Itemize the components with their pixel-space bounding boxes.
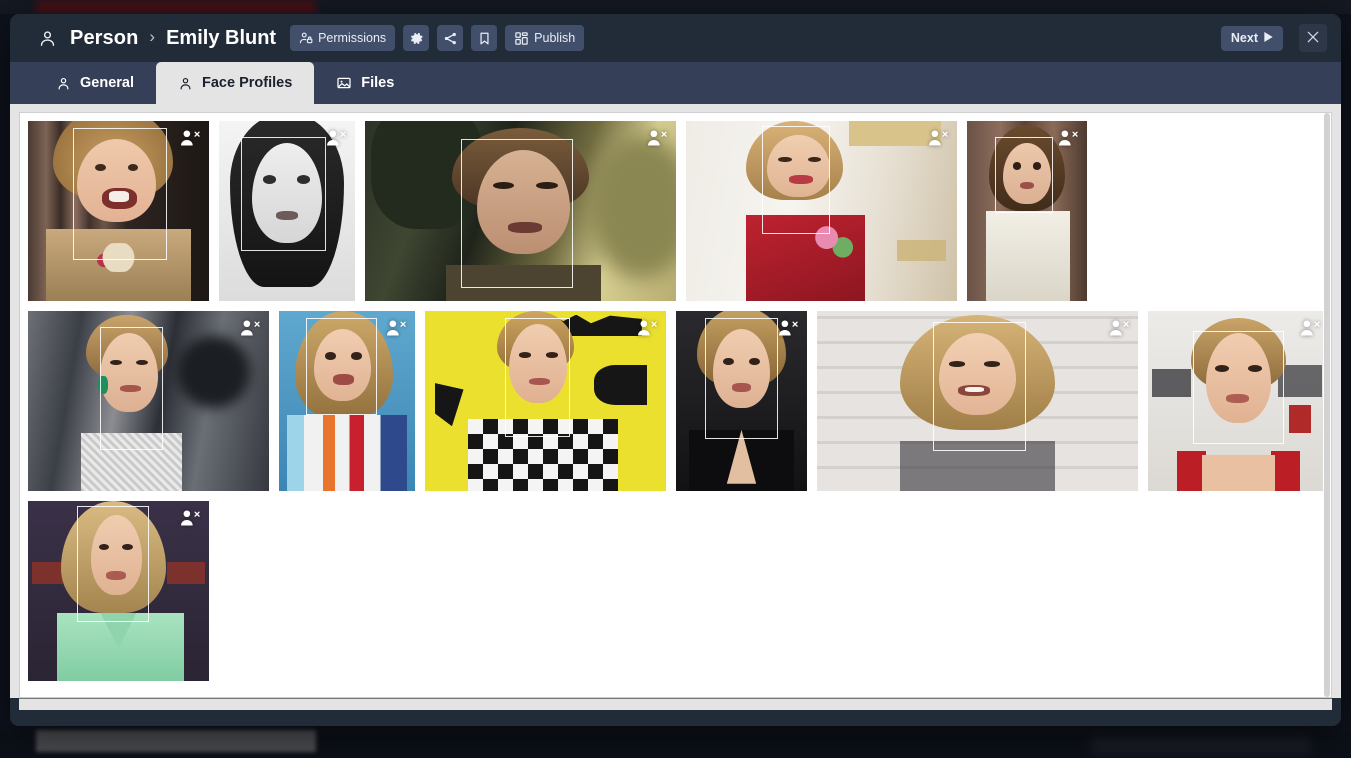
face-thumbnail[interactable] bbox=[686, 121, 957, 301]
face-thumbnail[interactable] bbox=[28, 121, 209, 301]
person-remove-icon[interactable] bbox=[179, 509, 201, 527]
play-triangle-icon bbox=[1264, 31, 1273, 45]
face-thumbnail-image bbox=[219, 121, 355, 301]
modal-header: Person › Emily Blunt Permissions Publish… bbox=[10, 14, 1341, 62]
person-remove-icon[interactable] bbox=[636, 319, 658, 337]
tab-face-profiles[interactable]: Face Profiles bbox=[156, 62, 315, 104]
tab-face-profiles-label: Face Profiles bbox=[202, 75, 293, 91]
person-icon bbox=[56, 76, 71, 91]
person-remove-icon[interactable] bbox=[325, 129, 347, 147]
vertical-scrollbar[interactable] bbox=[1323, 113, 1331, 697]
face-thumbnail[interactable] bbox=[219, 121, 355, 301]
gear-icon bbox=[409, 31, 424, 46]
person-remove-icon[interactable] bbox=[385, 319, 407, 337]
layout-grid-icon bbox=[514, 31, 529, 46]
tab-files[interactable]: Files bbox=[314, 62, 416, 104]
tab-files-label: Files bbox=[361, 75, 395, 91]
permissions-button[interactable]: Permissions bbox=[290, 25, 396, 51]
face-profiles-sheet bbox=[19, 112, 1332, 698]
settings-button[interactable] bbox=[403, 25, 430, 51]
person-remove-icon[interactable] bbox=[1057, 129, 1079, 147]
tab-bar: General Face Profiles Files bbox=[10, 62, 1341, 104]
face-thumbnail[interactable] bbox=[967, 121, 1087, 301]
person-lock-icon bbox=[299, 31, 313, 45]
image-icon bbox=[336, 75, 352, 91]
face-thumbnail[interactable] bbox=[365, 121, 676, 301]
person-remove-icon[interactable] bbox=[1108, 319, 1130, 337]
tab-general-label: General bbox=[80, 75, 134, 91]
bookmark-icon bbox=[477, 31, 492, 46]
face-thumbnail[interactable] bbox=[28, 311, 269, 491]
breadcrumb-separator: › bbox=[149, 27, 156, 46]
horizontal-scrollbar[interactable] bbox=[19, 698, 1332, 710]
close-icon bbox=[1305, 29, 1321, 48]
entity-detail-modal: Person › Emily Blunt Permissions Publish… bbox=[10, 14, 1341, 726]
next-button[interactable]: Next bbox=[1220, 25, 1283, 51]
face-thumbnail-image bbox=[967, 121, 1087, 301]
face-thumbnail[interactable] bbox=[1148, 311, 1329, 491]
face-thumbnail-image bbox=[817, 311, 1138, 491]
vertical-scrollbar-thumb[interactable] bbox=[1324, 113, 1330, 697]
modal-body bbox=[10, 104, 1341, 698]
page-title: Emily Blunt bbox=[166, 26, 277, 49]
bookmark-button[interactable] bbox=[471, 25, 498, 51]
face-thumbnail-image bbox=[425, 311, 666, 491]
permissions-button-label: Permissions bbox=[318, 31, 387, 45]
person-remove-icon[interactable] bbox=[646, 129, 668, 147]
face-thumbnail-image bbox=[1148, 311, 1329, 491]
face-thumbnail-image bbox=[28, 501, 209, 681]
person-icon bbox=[178, 76, 193, 91]
face-thumbnail-grid bbox=[20, 113, 1331, 681]
face-thumbnail[interactable] bbox=[279, 311, 415, 491]
publish-button-label: Publish bbox=[534, 31, 576, 45]
face-thumbnail-image bbox=[279, 311, 415, 491]
face-thumbnail[interactable] bbox=[817, 311, 1138, 491]
tab-general[interactable]: General bbox=[34, 62, 156, 104]
face-thumbnail[interactable] bbox=[28, 501, 209, 681]
face-thumbnail-image bbox=[28, 121, 209, 301]
face-thumbnail[interactable] bbox=[676, 311, 807, 491]
modal-footer bbox=[10, 710, 1341, 726]
person-remove-icon[interactable] bbox=[1299, 319, 1321, 337]
breadcrumb-entity-type[interactable]: Person bbox=[70, 27, 138, 50]
face-thumbnail-image bbox=[686, 121, 957, 301]
face-thumbnail-image bbox=[676, 311, 807, 491]
share-icon bbox=[443, 31, 458, 46]
person-remove-icon[interactable] bbox=[179, 129, 201, 147]
person-remove-icon[interactable] bbox=[239, 319, 261, 337]
person-remove-icon[interactable] bbox=[777, 319, 799, 337]
publish-button[interactable]: Publish bbox=[505, 25, 585, 51]
person-remove-icon[interactable] bbox=[927, 129, 949, 147]
next-button-label: Next bbox=[1230, 31, 1258, 45]
face-thumbnail[interactable] bbox=[425, 311, 666, 491]
face-thumbnail-image bbox=[365, 121, 676, 301]
person-icon bbox=[38, 29, 57, 48]
face-thumbnail-image bbox=[28, 311, 269, 491]
close-button[interactable] bbox=[1299, 24, 1327, 52]
share-button[interactable] bbox=[437, 25, 464, 51]
